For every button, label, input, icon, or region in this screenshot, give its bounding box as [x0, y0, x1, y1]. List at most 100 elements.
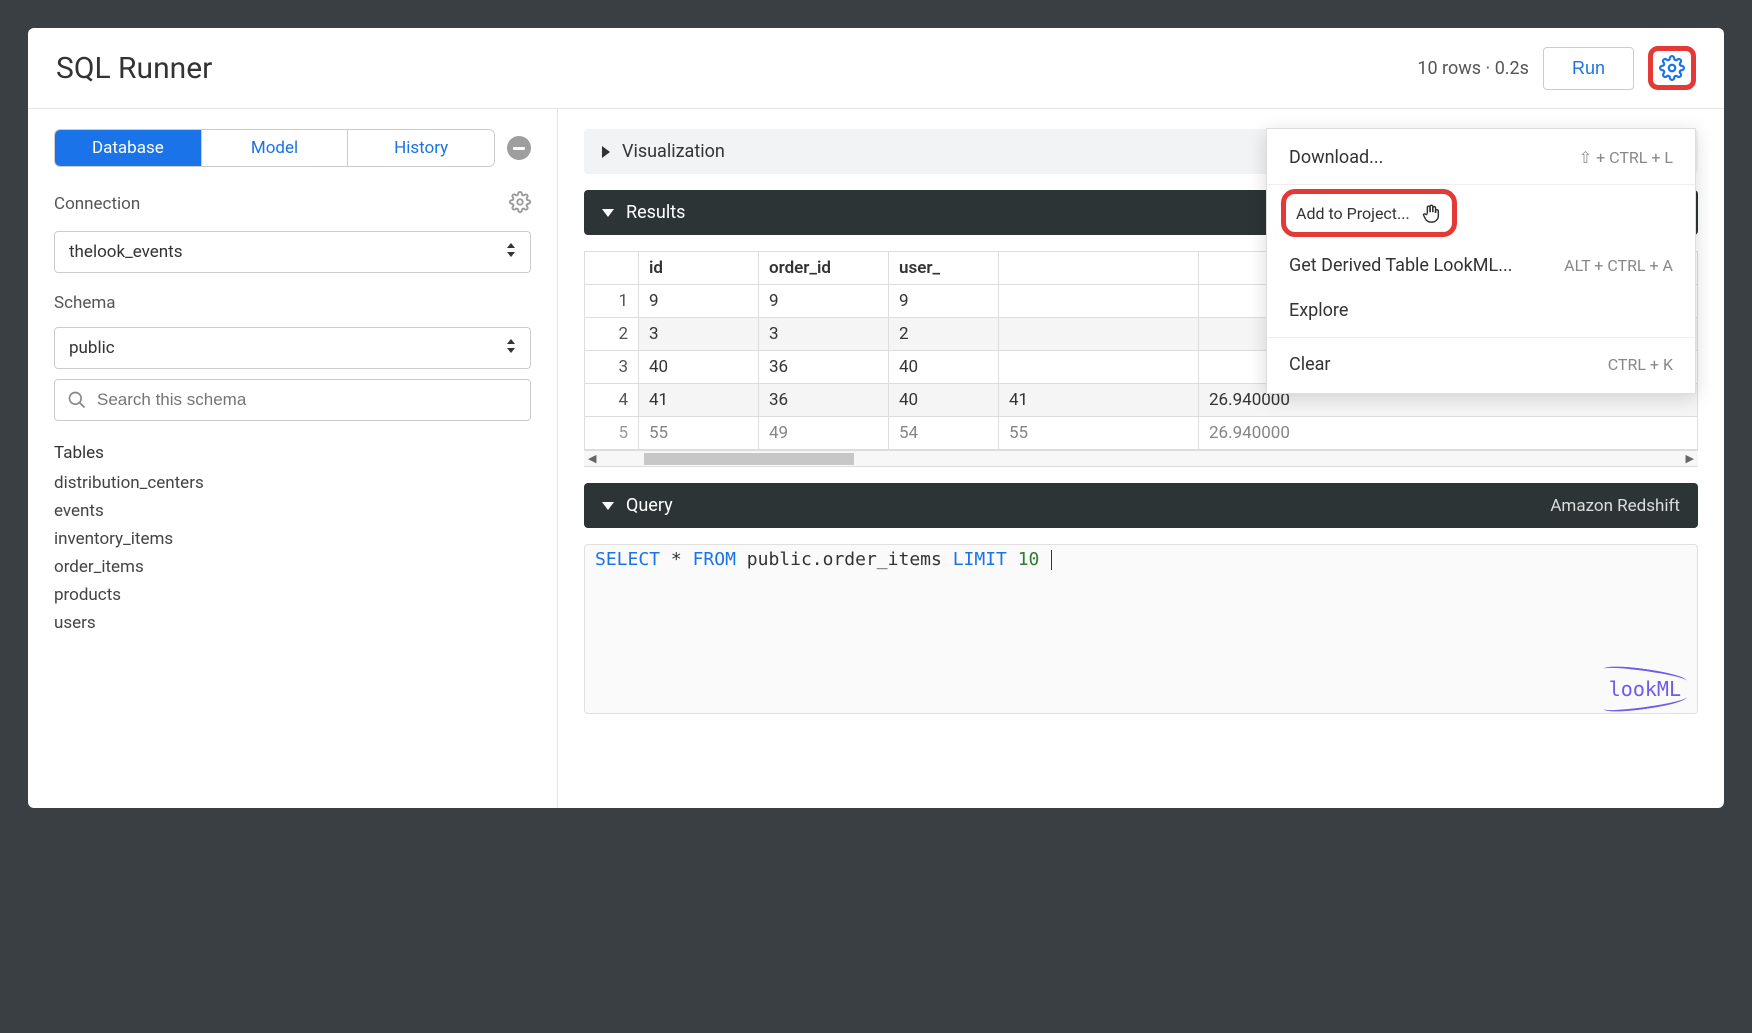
data-cell: 36 — [759, 384, 889, 417]
search-icon — [67, 390, 87, 410]
col-header[interactable] — [999, 252, 1199, 285]
connection-label: Connection — [54, 194, 140, 214]
schema-label: Schema — [54, 293, 116, 313]
gear-icon[interactable] — [1659, 55, 1685, 81]
menu-label: Download... — [1289, 147, 1383, 168]
schema-search[interactable] — [54, 379, 531, 421]
table-item[interactable]: users — [54, 609, 531, 637]
header-right: 10 rows · 0.2s Run — [1417, 46, 1696, 90]
data-cell: 40 — [889, 384, 999, 417]
tab-history[interactable]: History — [348, 130, 494, 166]
schema-search-input[interactable] — [97, 390, 518, 410]
data-cell: 9 — [759, 285, 889, 318]
data-cell: 3 — [759, 318, 889, 351]
menu-explore[interactable]: Explore — [1267, 288, 1695, 333]
col-header[interactable]: order_id — [759, 252, 889, 285]
connection-section: Connection — [54, 191, 531, 217]
sql-keyword: FROM — [693, 549, 736, 570]
menu-download[interactable]: Download... ⇧ + CTRL + L — [1267, 135, 1695, 180]
sql-token: * — [671, 549, 682, 570]
col-header[interactable]: id — [639, 252, 759, 285]
rownum-cell: 2 — [585, 318, 639, 351]
scroll-right-icon[interactable]: ▶ — [1686, 452, 1694, 465]
menu-separator — [1267, 184, 1695, 185]
query-engine-label: Amazon Redshift — [1550, 496, 1680, 516]
menu-label: Get Derived Table LookML... — [1289, 255, 1512, 276]
scroll-thumb[interactable] — [644, 453, 854, 465]
menu-clear[interactable]: Clear CTRL + K — [1267, 342, 1695, 387]
collapse-sidebar-icon[interactable] — [507, 136, 531, 160]
table-item[interactable]: order_items — [54, 553, 531, 581]
schema-value: public — [69, 338, 115, 358]
schema-section: Schema — [54, 293, 531, 313]
header: SQL Runner 10 rows · 0.2s Run — [28, 28, 1724, 109]
menu-shortcut: ⇧ + CTRL + L — [1579, 148, 1673, 167]
connection-gear-icon[interactable] — [509, 191, 531, 217]
select-sort-icon — [506, 243, 516, 261]
table-item[interactable]: distribution_centers — [54, 469, 531, 497]
scroll-left-icon[interactable]: ◀ — [588, 452, 596, 465]
rownum-cell: 3 — [585, 351, 639, 384]
tab-model[interactable]: Model — [202, 130, 349, 166]
sql-keyword: SELECT — [595, 549, 660, 570]
data-cell — [999, 285, 1199, 318]
data-cell: 41 — [999, 384, 1199, 417]
tables-list: distribution_centers events inventory_it… — [54, 469, 531, 637]
menu-derived-lookml[interactable]: Get Derived Table LookML... ALT + CTRL +… — [1267, 243, 1695, 288]
connection-value: thelook_events — [69, 242, 183, 262]
query-status: 10 rows · 0.2s — [1417, 58, 1529, 79]
col-header[interactable]: user_ — [889, 252, 999, 285]
data-cell: 55 — [999, 417, 1199, 450]
sidebar: Database Model History Connection theloo… — [28, 109, 558, 808]
data-cell: 49 — [759, 417, 889, 450]
table-item[interactable]: events — [54, 497, 531, 525]
sql-table: public.order_items — [747, 549, 942, 570]
sidebar-tabs: Database Model History — [54, 129, 495, 167]
visualization-label: Visualization — [622, 141, 725, 162]
chevron-down-icon — [602, 502, 614, 510]
page-title: SQL Runner — [56, 51, 212, 86]
data-cell: 54 — [889, 417, 999, 450]
menu-label: Explore — [1289, 300, 1348, 321]
table-item[interactable]: inventory_items — [54, 525, 531, 553]
horizontal-scrollbar[interactable]: ◀ ▶ — [584, 450, 1698, 466]
table-row: 5 55 49 54 55 26.940000 — [585, 417, 1698, 450]
menu-add-to-project[interactable]: Add to Project... — [1296, 204, 1410, 223]
data-cell: 3 — [639, 318, 759, 351]
text-cursor — [1051, 550, 1052, 570]
menu-shortcut: CTRL + K — [1608, 355, 1673, 374]
data-cell: 40 — [889, 351, 999, 384]
rownum-cell: 4 — [585, 384, 639, 417]
menu-shortcut: ALT + CTRL + A — [1564, 256, 1673, 275]
data-cell: 9 — [639, 285, 759, 318]
data-cell — [999, 318, 1199, 351]
hand-cursor-icon — [1420, 202, 1442, 224]
data-cell: 36 — [759, 351, 889, 384]
results-label: Results — [626, 202, 685, 223]
data-cell: 55 — [639, 417, 759, 450]
menu-separator — [1267, 337, 1695, 338]
query-editor[interactable]: SELECT * FROM public.order_items LIMIT 1… — [584, 544, 1698, 714]
connection-select[interactable]: thelook_events — [54, 231, 531, 273]
sql-number: 10 — [1018, 549, 1040, 570]
table-item[interactable]: products — [54, 581, 531, 609]
data-cell: 9 — [889, 285, 999, 318]
chevron-down-icon — [602, 209, 614, 217]
run-button[interactable]: Run — [1543, 47, 1634, 90]
select-sort-icon — [506, 339, 516, 357]
app-window: SQL Runner 10 rows · 0.2s Run Database M… — [28, 28, 1724, 808]
settings-gear-highlight — [1648, 46, 1696, 90]
tab-database[interactable]: Database — [55, 130, 202, 166]
query-label: Query — [626, 495, 673, 516]
query-header[interactable]: Query Amazon Redshift — [584, 483, 1698, 528]
lookml-logo: lookML — [1609, 677, 1681, 701]
schema-select[interactable]: public — [54, 327, 531, 369]
sidebar-tabs-row: Database Model History — [54, 129, 531, 167]
data-cell: 2 — [889, 318, 999, 351]
settings-dropdown: Download... ⇧ + CTRL + L Add to Project.… — [1266, 128, 1696, 394]
tables-label: Tables — [54, 443, 104, 463]
data-cell: 41 — [639, 384, 759, 417]
menu-add-to-project-highlight: Add to Project... — [1281, 189, 1457, 237]
chevron-right-icon — [602, 146, 610, 158]
rownum-cell: 5 — [585, 417, 639, 450]
